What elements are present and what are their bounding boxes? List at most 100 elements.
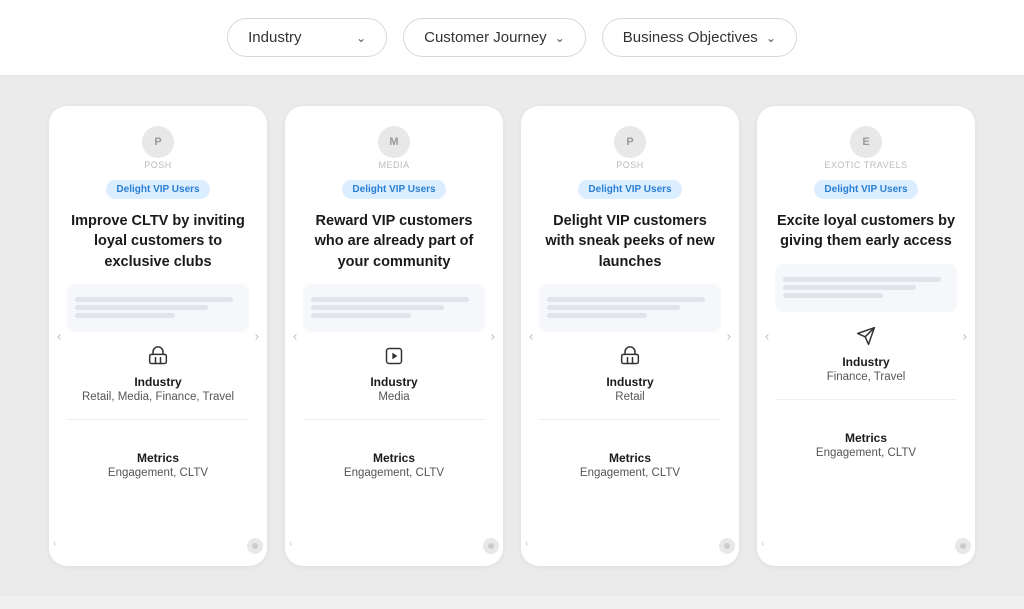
- card-prev-button[interactable]: ‹: [293, 329, 297, 344]
- card-2: ‹ M MEDIA Delight VIP Users Reward VIP c…: [285, 106, 503, 566]
- card-bottom-nav: ‹: [49, 538, 267, 554]
- plane-icon: [856, 326, 876, 351]
- cards-container: ‹ P POSH Delight VIP Users Improve CLTV …: [0, 76, 1024, 596]
- preview-line: [783, 293, 883, 298]
- preview-line: [75, 297, 233, 302]
- delight-badge: Delight VIP Users: [106, 180, 209, 199]
- industry-label: Industry: [370, 375, 417, 389]
- industry-label: Industry: [248, 29, 301, 46]
- metrics-value: Engagement, CLTV: [816, 447, 916, 459]
- page-indicator-left: ‹: [761, 538, 764, 554]
- card-preview: [775, 264, 957, 312]
- preview-line: [783, 285, 916, 290]
- page-dot: [247, 538, 263, 554]
- card-1: ‹ P POSH Delight VIP Users Improve CLTV …: [49, 106, 267, 566]
- divider: [775, 399, 957, 400]
- card-logo-area: P POSH: [142, 126, 174, 170]
- metrics-label: Metrics: [373, 451, 415, 465]
- brand-logo: E: [850, 126, 882, 158]
- industry-value: Retail: [615, 391, 644, 403]
- industry-section: Industry Media: [303, 346, 485, 403]
- card-bottom-nav: ‹: [285, 538, 503, 554]
- metrics-label: Metrics: [137, 451, 179, 465]
- card-preview: [67, 284, 249, 332]
- industry-value: Retail, Media, Finance, Travel: [82, 391, 234, 403]
- delight-badge: Delight VIP Users: [814, 180, 917, 199]
- brand-logo: P: [142, 126, 174, 158]
- page-dot: [955, 538, 971, 554]
- preview-line: [75, 305, 208, 310]
- store-icon: [620, 346, 640, 371]
- industry-section: Industry Finance, Travel: [775, 326, 957, 383]
- metrics-label: Metrics: [845, 431, 887, 445]
- chevron-down-icon: ⌄: [555, 31, 565, 45]
- brand-name: POSH: [616, 160, 644, 170]
- delight-badge: Delight VIP Users: [578, 180, 681, 199]
- preview-line: [75, 313, 175, 318]
- card-title: Delight VIP customers with sneak peeks o…: [539, 211, 721, 272]
- card-3: ‹ P POSH Delight VIP Users Delight VIP c…: [521, 106, 739, 566]
- card-bottom-nav: ‹: [521, 538, 739, 554]
- industry-value: Finance, Travel: [827, 371, 906, 383]
- card-prev-button[interactable]: ‹: [57, 329, 61, 344]
- brand-name: EXOTIC TRAVELS: [824, 160, 907, 170]
- card-prev-button[interactable]: ‹: [529, 329, 533, 344]
- card-next-button[interactable]: ›: [491, 329, 495, 344]
- card-logo-area: E EXOTIC TRAVELS: [824, 126, 907, 170]
- brand-logo: P: [614, 126, 646, 158]
- play-icon: [384, 346, 404, 371]
- card-logo-area: P POSH: [614, 126, 646, 170]
- industry-label: Industry: [134, 375, 181, 389]
- page-dot: [719, 538, 735, 554]
- card-next-button[interactable]: ›: [255, 329, 259, 344]
- page-dot: [483, 538, 499, 554]
- filter-bar: Industry ⌄ Customer Journey ⌄ Business O…: [0, 0, 1024, 76]
- customer-journey-dropdown[interactable]: Customer Journey ⌄: [403, 18, 586, 57]
- card-preview: [303, 284, 485, 332]
- divider: [303, 419, 485, 420]
- card-4: ‹ E EXOTIC TRAVELS Delight VIP Users Exc…: [757, 106, 975, 566]
- brand-name: MEDIA: [378, 160, 409, 170]
- industry-section: Industry Retail: [539, 346, 721, 403]
- preview-line: [783, 277, 941, 282]
- industry-dropdown[interactable]: Industry ⌄: [227, 18, 387, 57]
- business-objectives-label: Business Objectives: [623, 29, 758, 46]
- metrics-label: Metrics: [609, 451, 651, 465]
- card-title: Excite loyal customers by giving them ea…: [775, 211, 957, 252]
- metrics-value: Engagement, CLTV: [108, 467, 208, 479]
- metrics-section: Metrics Engagement, CLTV: [775, 406, 957, 459]
- metrics-value: Engagement, CLTV: [344, 467, 444, 479]
- metrics-section: Metrics Engagement, CLTV: [67, 426, 249, 479]
- customer-journey-label: Customer Journey: [424, 29, 547, 46]
- card-bottom-nav: ‹: [757, 538, 975, 554]
- card-next-button[interactable]: ›: [963, 329, 967, 344]
- metrics-section: Metrics Engagement, CLTV: [539, 426, 721, 479]
- metrics-section: Metrics Engagement, CLTV: [303, 426, 485, 479]
- industry-section: Industry Retail, Media, Finance, Travel: [67, 346, 249, 403]
- metrics-value: Engagement, CLTV: [580, 467, 680, 479]
- industry-value: Media: [378, 391, 409, 403]
- preview-line: [547, 305, 680, 310]
- chevron-down-icon: ⌄: [356, 31, 366, 45]
- preview-line: [311, 305, 444, 310]
- industry-label: Industry: [842, 355, 889, 369]
- industry-label: Industry: [606, 375, 653, 389]
- page-indicator-left: ‹: [53, 538, 56, 554]
- divider: [539, 419, 721, 420]
- chevron-down-icon: ⌄: [766, 31, 776, 45]
- store-icon: [148, 346, 168, 371]
- card-title: Reward VIP customers who are already par…: [303, 211, 485, 272]
- preview-line: [311, 297, 469, 302]
- business-objectives-dropdown[interactable]: Business Objectives ⌄: [602, 18, 797, 57]
- card-prev-button[interactable]: ‹: [765, 329, 769, 344]
- page-indicator-left: ‹: [289, 538, 292, 554]
- preview-line: [311, 313, 411, 318]
- card-logo-area: M MEDIA: [378, 126, 410, 170]
- preview-line: [547, 313, 647, 318]
- brand-name: POSH: [144, 160, 172, 170]
- delight-badge: Delight VIP Users: [342, 180, 445, 199]
- card-title: Improve CLTV by inviting loyal customers…: [67, 211, 249, 272]
- card-next-button[interactable]: ›: [727, 329, 731, 344]
- preview-line: [547, 297, 705, 302]
- page-indicator-left: ‹: [525, 538, 528, 554]
